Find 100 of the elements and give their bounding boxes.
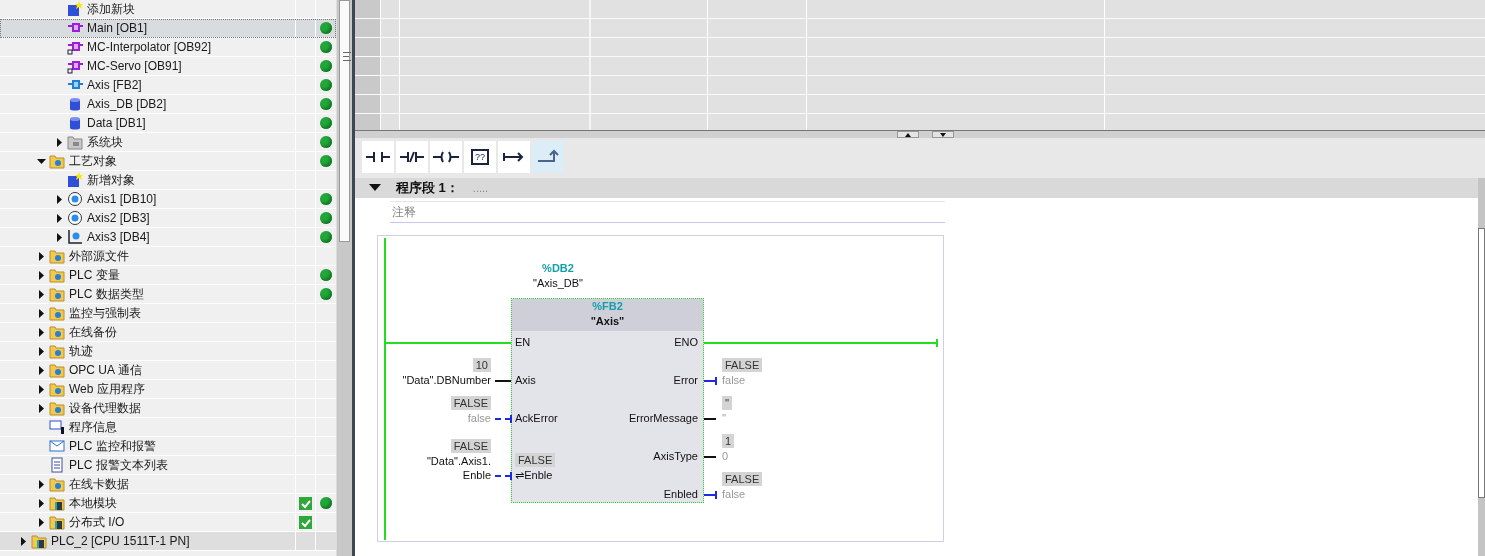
info-icon bbox=[49, 419, 65, 435]
tree-item[interactable]: MC-Interpolator [OB92] bbox=[0, 38, 336, 57]
tree-item[interactable]: Main [OB1] bbox=[0, 19, 336, 38]
tree-item[interactable]: 设备代理数据 bbox=[0, 399, 336, 418]
item-label: 程序信息 bbox=[69, 418, 117, 436]
wire bbox=[704, 494, 716, 496]
collapse-arrow-icon[interactable] bbox=[369, 184, 381, 192]
folder-icon bbox=[49, 248, 65, 264]
expand-arrow-icon[interactable] bbox=[37, 403, 46, 413]
tree-item[interactable]: PLC 数据类型 bbox=[0, 285, 336, 304]
tree-item[interactable]: 分布式 I/O bbox=[0, 513, 336, 532]
scrollbar[interactable] bbox=[336, 0, 352, 556]
expand-arrow-icon[interactable] bbox=[37, 289, 46, 299]
item-label: PLC 报警文本列表 bbox=[69, 456, 168, 474]
tree-item[interactable]: 工艺对象 bbox=[0, 152, 336, 171]
item-label: 新增对象 bbox=[87, 171, 135, 189]
tree-item[interactable]: 监控与强制表 bbox=[0, 304, 336, 323]
folder-icon bbox=[49, 324, 65, 340]
pin-label: Error bbox=[673, 373, 698, 387]
empty-box-icon: ?? bbox=[471, 149, 489, 165]
folder-icon bbox=[49, 305, 65, 321]
tree-item[interactable]: Axis3 [DB4] bbox=[0, 228, 336, 247]
item-label: 工艺对象 bbox=[69, 152, 117, 170]
gear-icon bbox=[67, 210, 83, 226]
toolbar-button[interactable] bbox=[362, 141, 394, 173]
folder-icon bbox=[31, 533, 47, 549]
tree-item[interactable]: 本地模块 bbox=[0, 494, 336, 513]
scrollbar-thumb[interactable] bbox=[339, 0, 350, 242]
scrollbar-thumb[interactable] bbox=[1478, 228, 1485, 498]
expand-arrow-icon[interactable] bbox=[37, 327, 46, 337]
tree-item[interactable]: Axis1 [DB10] bbox=[0, 190, 336, 209]
tree-item[interactable]: PLC 变量 bbox=[0, 266, 336, 285]
tree-item[interactable]: 程序信息 bbox=[0, 418, 336, 437]
tree-item[interactable]: OPC UA 通信 bbox=[0, 361, 336, 380]
expand-arrow-icon[interactable] bbox=[37, 498, 46, 508]
expand-arrow-icon[interactable] bbox=[37, 517, 46, 527]
tree-item[interactable]: Web 应用程序 bbox=[0, 380, 336, 399]
expand-arrow-icon[interactable] bbox=[55, 137, 64, 147]
toolbar-button[interactable] bbox=[430, 141, 462, 173]
operand: false bbox=[467, 411, 491, 425]
tree-item[interactable]: PLC_2 [CPU 1511T-1 PN] bbox=[0, 532, 336, 551]
tree-item[interactable]: Data [DB1] bbox=[0, 114, 336, 133]
operand: Enble bbox=[462, 468, 491, 482]
tree-item[interactable]: PLC 报警文本列表 bbox=[0, 456, 336, 475]
expand-arrow-icon[interactable] bbox=[37, 384, 46, 394]
item-label: 设备代理数据 bbox=[69, 399, 141, 417]
new-block-icon bbox=[67, 172, 83, 188]
item-label: Axis2 [DB3] bbox=[87, 211, 150, 225]
tree-item[interactable]: 在线卡数据 bbox=[0, 475, 336, 494]
toolbar-button[interactable] bbox=[396, 141, 428, 173]
folder-icon bbox=[49, 153, 65, 169]
operand: 0 bbox=[722, 449, 729, 463]
locked-block-icon bbox=[67, 39, 83, 55]
scrollbar[interactable] bbox=[1478, 178, 1485, 556]
expand-arrow-icon[interactable] bbox=[37, 308, 46, 318]
tree-item[interactable]: 添加新块 bbox=[0, 0, 336, 19]
tree-item[interactable]: PLC 监控和报警 bbox=[0, 437, 336, 456]
toolbar-button[interactable] bbox=[498, 141, 530, 173]
expand-arrow-icon[interactable] bbox=[37, 251, 46, 261]
block-address: %FB2 bbox=[592, 299, 623, 314]
expand-arrow-icon[interactable] bbox=[55, 232, 64, 242]
expand-arrow-icon[interactable] bbox=[37, 346, 46, 356]
toolbar-button[interactable]: ?? bbox=[464, 141, 496, 173]
network-header[interactable]: 程序段 1： ..... bbox=[355, 178, 1478, 198]
monitor-value: FALSE bbox=[722, 472, 763, 486]
folder-icon bbox=[49, 476, 65, 492]
item-label: PLC 监控和报警 bbox=[69, 437, 156, 455]
expand-arrow-icon[interactable] bbox=[37, 365, 46, 375]
item-label: PLC 数据类型 bbox=[69, 285, 144, 303]
pin-label: ErrorMessage bbox=[628, 411, 698, 425]
wire bbox=[495, 380, 511, 382]
pin-label: EN bbox=[515, 335, 531, 349]
new-block-icon bbox=[67, 1, 83, 17]
item-label: MC-Servo [OB91] bbox=[87, 59, 182, 73]
expand-arrow-icon[interactable] bbox=[55, 213, 64, 223]
tree-item[interactable]: 新增对象 bbox=[0, 171, 336, 190]
wire bbox=[704, 380, 716, 382]
expand-arrow-icon[interactable] bbox=[37, 270, 46, 280]
wire bbox=[495, 418, 511, 420]
item-label: Axis_DB [DB2] bbox=[87, 97, 167, 111]
pin-label: ⇌Enble bbox=[515, 468, 553, 482]
envelope-icon bbox=[49, 438, 65, 454]
expand-arrow-icon[interactable] bbox=[55, 194, 64, 204]
tree-item[interactable]: 外部源文件 bbox=[0, 247, 336, 266]
pin-label: Axis bbox=[515, 373, 536, 387]
comment-field[interactable]: 注释 bbox=[390, 201, 945, 223]
tree-item[interactable]: Axis [FB2] bbox=[0, 76, 336, 95]
tree-item[interactable]: Axis2 [DB3] bbox=[0, 209, 336, 228]
tree-item[interactable]: Axis_DB [DB2] bbox=[0, 95, 336, 114]
expand-arrow-icon[interactable] bbox=[19, 536, 28, 546]
tree-item[interactable]: 轨迹 bbox=[0, 342, 336, 361]
folder-icon bbox=[67, 134, 83, 150]
locked-block-icon bbox=[67, 58, 83, 74]
folder-icon bbox=[49, 343, 65, 359]
network-title: 程序段 1： bbox=[396, 179, 459, 197]
expand-arrow-icon[interactable] bbox=[37, 479, 46, 489]
tree-item[interactable]: MC-Servo [OB91] bbox=[0, 57, 336, 76]
collapse-arrow-icon[interactable] bbox=[37, 156, 46, 166]
tree-item[interactable]: 系统块 bbox=[0, 133, 336, 152]
tree-item[interactable]: 在线备份 bbox=[0, 323, 336, 342]
